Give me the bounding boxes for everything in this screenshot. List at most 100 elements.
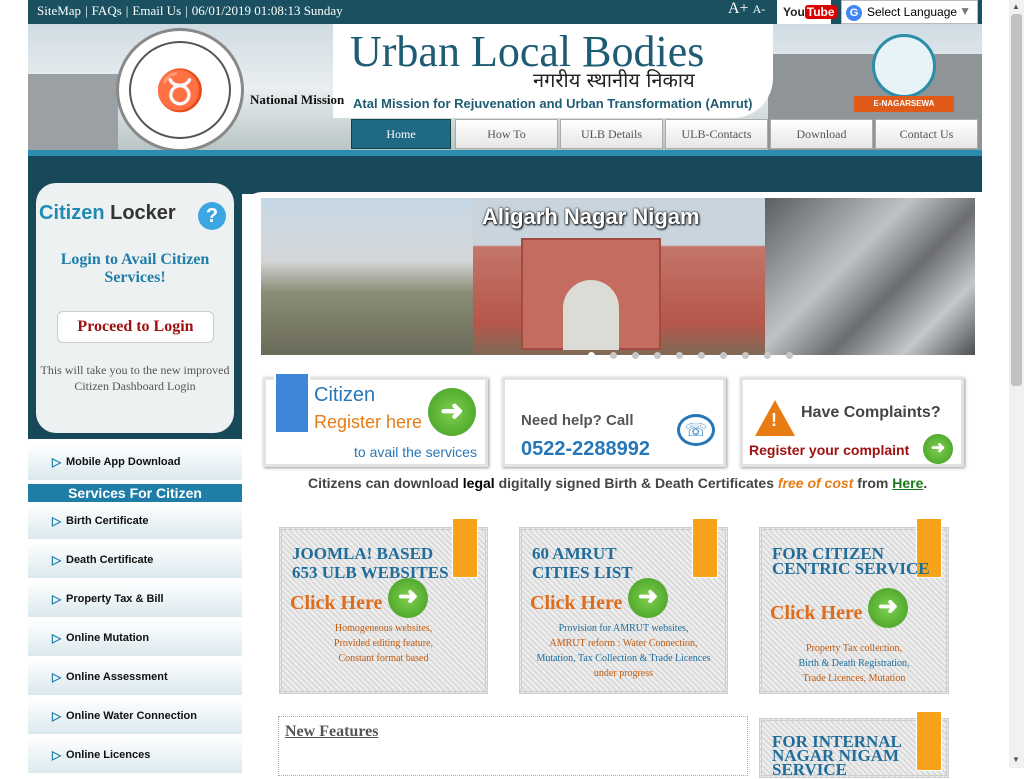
nav-how-to[interactable]: How To xyxy=(455,119,558,149)
sidebar-item-online-mutation[interactable]: ▷ Online Mutation xyxy=(28,620,242,656)
email-us-link[interactable]: Email Us xyxy=(132,3,181,19)
nav-contact-us[interactable]: Contact Us xyxy=(875,119,978,149)
arrow-right-icon: ➜ xyxy=(628,578,668,618)
slider-photo-metalwork xyxy=(765,198,975,355)
card-heading: JOOMLA! BASED 653 ULB WEBSITES xyxy=(292,544,449,582)
scrollbar-thumb[interactable] xyxy=(1011,14,1022,386)
sidebar-item-label: Property Tax & Bill xyxy=(66,593,164,605)
slider-dot[interactable] xyxy=(654,352,661,359)
site-title-hindi: नगरीय स्थानीय निकाय xyxy=(533,68,695,92)
card-internal-service[interactable]: FOR INTERNAL NAGAR NIGAM SERVICE xyxy=(759,711,949,778)
sidebar-item-death-certificate[interactable]: ▷ Death Certificate xyxy=(28,542,242,578)
youtube-link[interactable]: You Tube xyxy=(777,0,837,24)
datetime-text: 06/01/2019 01:08:13 Sunday xyxy=(191,3,343,18)
triangle-right-icon: ▷ xyxy=(52,455,62,469)
arrow-right-icon: ➜ xyxy=(388,578,428,618)
click-here-button[interactable]: Click Here xyxy=(770,602,862,625)
slider-dot[interactable] xyxy=(676,352,683,359)
sidebar-item-label: Death Certificate xyxy=(66,554,154,566)
slider-dot[interactable] xyxy=(786,352,793,359)
card-tab xyxy=(452,518,478,578)
proceed-to-login-button[interactable]: Proceed to Login xyxy=(57,311,214,343)
nav-home[interactable]: Home xyxy=(351,119,451,149)
font-decrease-button[interactable]: A- xyxy=(753,2,766,16)
card-citizen-centric[interactable]: FOR CITIZEN CENTRIC SERVICE Click Here ➜ … xyxy=(759,518,949,694)
sitemap-link[interactable]: SiteMap xyxy=(37,3,81,19)
citizen-register-line3: to avail the services xyxy=(354,444,477,460)
arrow-right-icon: ➜ xyxy=(428,388,476,436)
citizen-register-box[interactable]: Citizen Register here to avail the servi… xyxy=(263,372,488,467)
citizen-register-line1: Citizen xyxy=(314,384,376,406)
font-size-controls: A+ A- xyxy=(728,0,765,18)
arrow-right-icon: ➜ xyxy=(923,434,953,464)
sidebar-item-online-assessment[interactable]: ▷ Online Assessment xyxy=(28,659,242,695)
sidebar-item-birth-certificate[interactable]: ▷ Birth Certificate xyxy=(28,503,242,539)
slider-dot[interactable] xyxy=(764,352,771,359)
slider-dot[interactable] xyxy=(698,352,705,359)
arrow-right-icon: ➜ xyxy=(868,588,908,628)
helpline-box[interactable]: Need help? Call 0522-2288992 ☏ xyxy=(502,377,726,467)
up-emblem-logo: ♉ xyxy=(116,28,244,152)
slider-dot[interactable] xyxy=(632,352,639,359)
services-heading: Services For Citizen xyxy=(28,484,242,502)
slider-dot[interactable] xyxy=(720,352,727,359)
card-tab xyxy=(916,711,942,771)
card-heading: 60 AMRUT CITIES LIST xyxy=(532,544,633,582)
triangle-right-icon: ▷ xyxy=(52,553,62,567)
nav-download[interactable]: Download xyxy=(770,119,873,149)
complaints-heading: Have Complaints? xyxy=(801,404,941,421)
language-select[interactable]: G Select Language ▼ xyxy=(841,0,978,24)
new-features-heading: New Features xyxy=(285,723,379,740)
sidebar-item-water-connection[interactable]: ▷ Online Water Connection xyxy=(28,698,242,734)
sidebar-item-label: Online Assessment xyxy=(66,671,168,683)
font-increase-button[interactable]: A+ xyxy=(728,0,749,17)
faqs-link[interactable]: FAQs xyxy=(92,3,122,19)
page-scrollbar[interactable]: ▲ ▼ xyxy=(1009,0,1024,768)
card-heading: FOR CITIZEN CENTRIC SERVICE xyxy=(772,544,930,578)
complaints-box[interactable]: ! Have Complaints? Register your complai… xyxy=(740,377,964,467)
youtube-icon: You Tube xyxy=(783,5,837,19)
card-tab xyxy=(692,518,718,578)
login-avail-text: Login to Avail Citizen Services! xyxy=(60,251,210,286)
card-amrut-cities[interactable]: 60 AMRUT CITIES LIST Click Here ➜ Provisi… xyxy=(519,518,728,694)
triangle-right-icon: ▷ xyxy=(52,709,62,723)
card-description: Homogeneous websites, Provided editing f… xyxy=(333,623,434,664)
slider-dot[interactable] xyxy=(610,352,617,359)
dashboard-note: This will take you to the new improved C… xyxy=(40,363,230,393)
slider-photo-road xyxy=(261,198,473,355)
triangle-right-icon: ▷ xyxy=(52,592,62,606)
sidebar-item-label: Mobile App Download xyxy=(66,456,181,468)
slider-dots xyxy=(588,346,808,364)
phone-icon: ☏ xyxy=(677,414,715,446)
citizen-register-accent xyxy=(274,372,310,434)
slider-caption: Aligarh Nagar Nigam xyxy=(482,204,700,229)
nav-ulb-details[interactable]: ULB Details xyxy=(560,119,663,149)
card-joomla-websites[interactable]: JOOMLA! BASED 653 ULB WEBSITES Click Here… xyxy=(279,518,488,694)
nav-ulb-contacts[interactable]: ULB-Contacts xyxy=(665,119,768,149)
here-link[interactable]: Here xyxy=(892,475,923,491)
slider-dot[interactable] xyxy=(742,352,749,359)
language-select-label: Select Language xyxy=(867,5,958,19)
gate-arch xyxy=(563,280,619,350)
click-here-button[interactable]: Click Here xyxy=(290,592,382,615)
enagarsewa-ribbon: E-NAGARSEWA xyxy=(854,96,954,112)
card-description: Provision for AMRUT websites, AMRUT refo… xyxy=(536,623,711,679)
scroll-down-icon[interactable]: ▼ xyxy=(1012,755,1020,764)
scroll-up-icon[interactable]: ▲ xyxy=(1012,2,1020,11)
sidebar-item-mobile-app[interactable]: ▷ Mobile App Download xyxy=(28,444,242,480)
google-icon: G xyxy=(846,5,862,21)
triangle-right-icon: ▷ xyxy=(52,631,62,645)
amrut-subtitle: Atal Mission for Rejuvenation and Urban … xyxy=(353,96,753,111)
chevron-down-icon: ▼ xyxy=(959,4,971,18)
sidebar-item-label: Online Licences xyxy=(66,749,151,761)
card-description: Property Tax collection, Birth & Death R… xyxy=(798,643,910,684)
help-bubble-icon: ? xyxy=(198,202,226,230)
gate-structure xyxy=(521,238,661,350)
sidebar-item-label: Birth Certificate xyxy=(66,515,149,527)
sidebar-item-property-tax[interactable]: ▷ Property Tax & Bill xyxy=(28,581,242,617)
click-here-button[interactable]: Click Here xyxy=(530,592,622,615)
skyline-left xyxy=(28,74,118,152)
slider-dot[interactable] xyxy=(588,352,595,359)
triangle-right-icon: ▷ xyxy=(52,748,62,762)
complaints-register: Register your complaint xyxy=(749,442,910,458)
